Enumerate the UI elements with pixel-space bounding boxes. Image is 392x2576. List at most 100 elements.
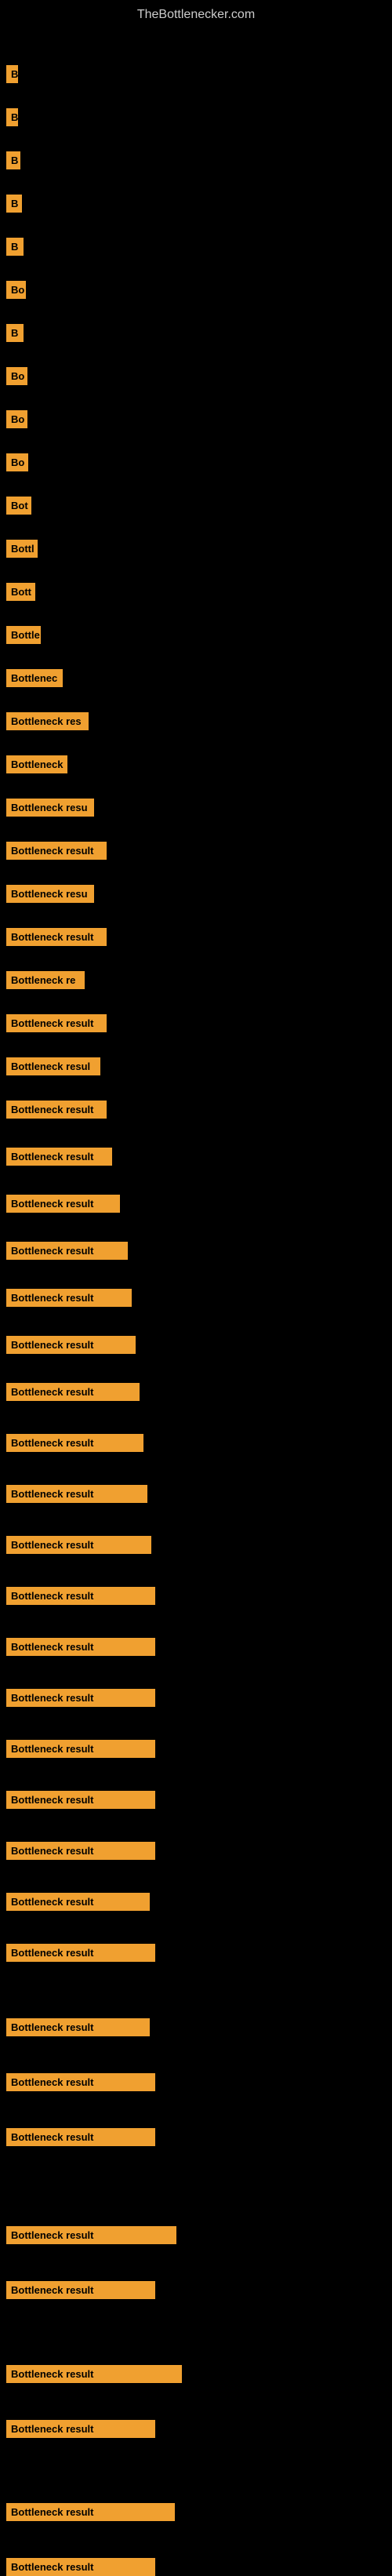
bottleneck-label: Bottleneck result (6, 1336, 136, 1354)
bottleneck-label: Bottlenec (6, 669, 63, 687)
bottleneck-label: Bottleneck result (6, 1740, 155, 1758)
bottleneck-item: Bottleneck result (6, 1842, 155, 1860)
bottleneck-item: Bottleneck res (6, 712, 89, 730)
bottleneck-item: Bottleneck result (6, 1689, 155, 1707)
bottleneck-item: Bott (6, 583, 35, 601)
bottleneck-item: Bottleneck re (6, 971, 85, 989)
bottleneck-item: Bottleneck resu (6, 799, 94, 817)
bottleneck-item: Bottleneck result (6, 2558, 155, 2576)
bottleneck-item: Bottleneck result (6, 1638, 155, 1656)
bottleneck-item: Bottleneck result (6, 842, 107, 860)
bottleneck-item: Bot (6, 497, 31, 515)
bottleneck-item: Bottleneck result (6, 1289, 132, 1307)
bottleneck-label: Bottleneck result (6, 2281, 155, 2299)
bottleneck-item: Bottleneck result (6, 2073, 155, 2091)
bottleneck-label: Bottleneck result (6, 2420, 155, 2438)
bottleneck-label: Bottleneck result (6, 1536, 151, 1554)
bottleneck-label: Bottleneck result (6, 1893, 150, 1911)
bottleneck-item: B (6, 65, 18, 83)
bottleneck-label: Bottleneck result (6, 1638, 155, 1656)
bottleneck-item: Bottleneck result (6, 1014, 107, 1032)
bottleneck-item: Bottleneck result (6, 928, 107, 946)
bottleneck-label: Bottleneck result (6, 2018, 150, 2036)
bottleneck-label: Bottleneck result (6, 1148, 112, 1166)
bottleneck-label: B (6, 151, 20, 169)
bottleneck-item: Bottleneck result (6, 2281, 155, 2299)
bottleneck-label: Bottleneck result (6, 928, 107, 946)
bottleneck-item: Bo (6, 281, 26, 299)
bottleneck-label: Bottleneck result (6, 1434, 143, 1452)
bottleneck-item: Bottleneck result (6, 1791, 155, 1809)
bottleneck-item: Bottleneck result (6, 1485, 147, 1503)
bottleneck-item: Bottleneck result (6, 2420, 155, 2438)
bottleneck-label: Bottleneck result (6, 1101, 107, 1119)
bottleneck-item: Bottleneck result (6, 1740, 155, 1758)
bottleneck-item: Bo (6, 453, 28, 471)
bottleneck-label: Bottleneck result (6, 2226, 176, 2244)
bottleneck-label: Bottle (6, 626, 41, 644)
bottleneck-label: B (6, 108, 18, 126)
bottleneck-item: Bottleneck result (6, 2128, 155, 2146)
bottleneck-item: Bottleneck resu (6, 885, 94, 903)
bottleneck-label: Bottleneck re (6, 971, 85, 989)
bottleneck-label: Bottleneck result (6, 1014, 107, 1032)
bottleneck-item: Bottleneck result (6, 1536, 151, 1554)
bottleneck-item: Bottl (6, 540, 38, 558)
bottleneck-label: Bottleneck result (6, 1383, 140, 1401)
bottleneck-item: Bottleneck result (6, 1434, 143, 1452)
bottleneck-item: Bottleneck result (6, 1101, 107, 1119)
bottleneck-label: Bottleneck result (6, 1791, 155, 1809)
bottleneck-label: Bottleneck resu (6, 799, 94, 817)
bottleneck-label: B (6, 238, 24, 256)
bottleneck-label: Bottleneck result (6, 1842, 155, 1860)
bottleneck-item: Bottleneck result (6, 1893, 150, 1911)
bottleneck-item: Bo (6, 367, 27, 385)
bottleneck-label: Bottleneck result (6, 1242, 128, 1260)
bottleneck-label: Bottleneck result (6, 1944, 155, 1962)
bottleneck-label: Bottleneck resul (6, 1057, 100, 1075)
bottleneck-item: Bottleneck result (6, 1587, 155, 1605)
bottleneck-label: Bot (6, 497, 31, 515)
bottleneck-label: Bo (6, 410, 27, 428)
bottleneck-label: Bottleneck result (6, 1587, 155, 1605)
bottleneck-label: Bo (6, 453, 28, 471)
bottleneck-label: Bottleneck (6, 755, 67, 773)
bottleneck-item: Bottleneck (6, 755, 67, 773)
bottleneck-item: Bottleneck result (6, 1242, 128, 1260)
bottleneck-item: Bottleneck result (6, 1383, 140, 1401)
bottleneck-item: Bottleneck resul (6, 1057, 100, 1075)
bottleneck-item: Bottleneck result (6, 1195, 120, 1213)
bottleneck-item: Bo (6, 410, 27, 428)
bottleneck-label: Bottleneck result (6, 2073, 155, 2091)
bottleneck-item: Bottleneck result (6, 1148, 112, 1166)
bottleneck-label: Bott (6, 583, 35, 601)
bottleneck-label: B (6, 324, 24, 342)
bottleneck-item: Bottleneck result (6, 1944, 155, 1962)
bottleneck-label: Bottleneck result (6, 1289, 132, 1307)
bottleneck-item: B (6, 238, 24, 256)
bottleneck-label: Bottleneck result (6, 2128, 155, 2146)
bottleneck-item: Bottleneck result (6, 2503, 175, 2521)
site-title: TheBottlenecker.com (0, 0, 392, 26)
bottleneck-item: Bottleneck result (6, 2365, 182, 2383)
bottleneck-label: Bottleneck result (6, 2365, 182, 2383)
bottleneck-label: Bo (6, 281, 26, 299)
bottleneck-label: Bottleneck res (6, 712, 89, 730)
bottleneck-label: Bottleneck result (6, 2503, 175, 2521)
bottleneck-label: Bottleneck result (6, 2558, 155, 2576)
bottleneck-item: Bottle (6, 626, 41, 644)
bottleneck-item: B (6, 324, 24, 342)
bottleneck-label: B (6, 65, 18, 83)
bottleneck-label: Bottleneck result (6, 1195, 120, 1213)
bottleneck-label: Bo (6, 367, 27, 385)
bottleneck-label: B (6, 195, 22, 213)
bottleneck-label: Bottleneck result (6, 1485, 147, 1503)
bottleneck-label: Bottl (6, 540, 38, 558)
bottleneck-item: Bottleneck result (6, 2226, 176, 2244)
bottleneck-item: B (6, 151, 20, 169)
bottleneck-label: Bottleneck resu (6, 885, 94, 903)
bottleneck-item: Bottleneck result (6, 1336, 136, 1354)
bottleneck-item: B (6, 195, 22, 213)
bottleneck-item: Bottlenec (6, 669, 63, 687)
bottleneck-item: Bottleneck result (6, 2018, 150, 2036)
